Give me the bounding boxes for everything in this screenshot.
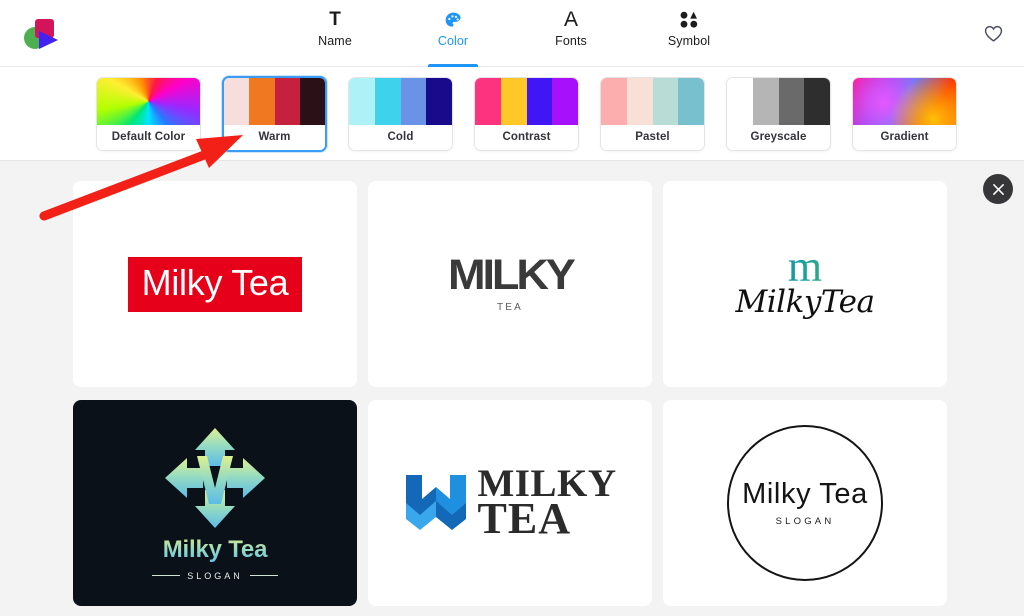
palette-swatch-pastel (601, 77, 704, 125)
header-tabs: T Name Color A Fonts Symbol (0, 0, 1024, 67)
tab-symbol-label: Symbol (667, 34, 711, 48)
palette-swatch-gradient (853, 77, 956, 125)
logo-chevron-mark: MILKY TEA (404, 464, 617, 543)
tab-color[interactable]: Color (412, 0, 494, 67)
tab-symbol[interactable]: Symbol (648, 0, 730, 67)
slogan-rule-right (249, 575, 278, 576)
logo-script-monogram: m (736, 245, 875, 289)
symbol-shapes-icon (679, 9, 699, 31)
logo-stacked-bottom-text: TEA (496, 301, 524, 313)
text-t-icon: T (329, 9, 341, 30)
logo-chevron-wordmark: MILKY TEA (477, 464, 617, 543)
app-header: T Name Color A Fonts Symbol (0, 0, 1024, 67)
logo-card-stacked-milky-tea[interactable]: MILKY TEA (368, 181, 652, 387)
logo-circle-wordmark: Milky Tea (737, 477, 873, 511)
close-x-icon[interactable] (983, 174, 1013, 204)
logo-card-arrow-m-dark[interactable]: Milky Tea SLOGAN (73, 400, 357, 606)
chevron-m-icon (404, 469, 468, 536)
color-palette-icon (443, 9, 464, 31)
palette-label-contrast: Contrast (475, 124, 578, 150)
palette-swatch-cold (349, 77, 452, 125)
palette-label-warm: Warm (224, 124, 325, 150)
logo-arrow-m-slogan: SLOGAN (187, 570, 243, 581)
palette-card-greyscale[interactable]: Greyscale (726, 76, 831, 151)
tab-fonts[interactable]: A Fonts (530, 0, 612, 67)
logo-script-word-milky: Milky (735, 283, 822, 320)
palette-card-cold[interactable]: Cold (348, 76, 453, 151)
logo-card-chevron-serif[interactable]: MILKY TEA (368, 400, 652, 606)
palette-card-default-color[interactable]: Default Color (96, 76, 201, 151)
logo-arrow-m-wordmark: Milky Tea (152, 536, 278, 564)
logo-grid: Milky Tea MILKY TEA m MilkyTea Milky Tea… (73, 181, 951, 606)
tab-fonts-label: Fonts (555, 34, 587, 48)
logo-badge-red-mark: Milky Tea (127, 256, 303, 312)
font-a-icon: A (563, 8, 578, 31)
palette-card-gradient[interactable]: Gradient (852, 76, 957, 151)
logo-circle-slogan: SLOGAN (769, 513, 841, 529)
palette-label-greyscale: Greyscale (727, 124, 830, 150)
logo-stacked-mark: MILKY TEA (447, 251, 576, 313)
logo-results-area: Milky Tea MILKY TEA m MilkyTea Milky Tea… (0, 161, 1024, 616)
palette-strip: Default Color Warm Cold Contrast Pastel … (0, 67, 1024, 161)
logo-arrow-m-mark: Milky Tea SLOGAN (152, 426, 278, 581)
palette-swatch-greyscale (727, 77, 830, 125)
palette-card-contrast[interactable]: Contrast (474, 76, 579, 151)
tab-name[interactable]: T Name (294, 0, 376, 67)
logo-circle-mark: Milky Tea SLOGAN (719, 417, 891, 589)
tab-color-label: Color (437, 34, 469, 48)
logo-arrow-m-slogan-row: SLOGAN (152, 571, 278, 581)
logo-script-word-tea: Tea (820, 283, 875, 320)
logo-stacked-top-text: MILKY (447, 251, 576, 300)
logo-card-script-m[interactable]: m MilkyTea (663, 181, 947, 387)
palette-swatch-contrast (475, 77, 578, 125)
arrow-diamond-m-icon (163, 426, 267, 530)
logo-chevron-bottom-text: TEA (477, 493, 571, 543)
logo-card-circle-thin[interactable]: Milky Tea SLOGAN (663, 400, 947, 606)
palette-label-gradient: Gradient (853, 124, 956, 150)
logo-circle-inner: Milky Tea SLOGAN (737, 477, 873, 529)
logo-badge-red-text: Milky Tea (141, 261, 289, 303)
palette-label-pastel: Pastel (601, 124, 704, 150)
logo-script-wordmark: MilkyTea (736, 284, 875, 320)
palette-swatch-warm (224, 77, 325, 125)
palette-label-cold: Cold (349, 124, 452, 150)
heart-outline-icon[interactable] (978, 18, 1008, 48)
slogan-rule-left (152, 575, 181, 576)
tab-name-label: Name (318, 34, 352, 48)
palette-swatch-default-color (97, 77, 200, 125)
logo-card-badge-red[interactable]: Milky Tea (73, 181, 357, 387)
logo-script-mark: m MilkyTea (736, 245, 875, 320)
palette-card-warm[interactable]: Warm (222, 75, 327, 152)
palette-label-default-color: Default Color (97, 124, 200, 150)
palette-card-pastel[interactable]: Pastel (600, 76, 705, 151)
